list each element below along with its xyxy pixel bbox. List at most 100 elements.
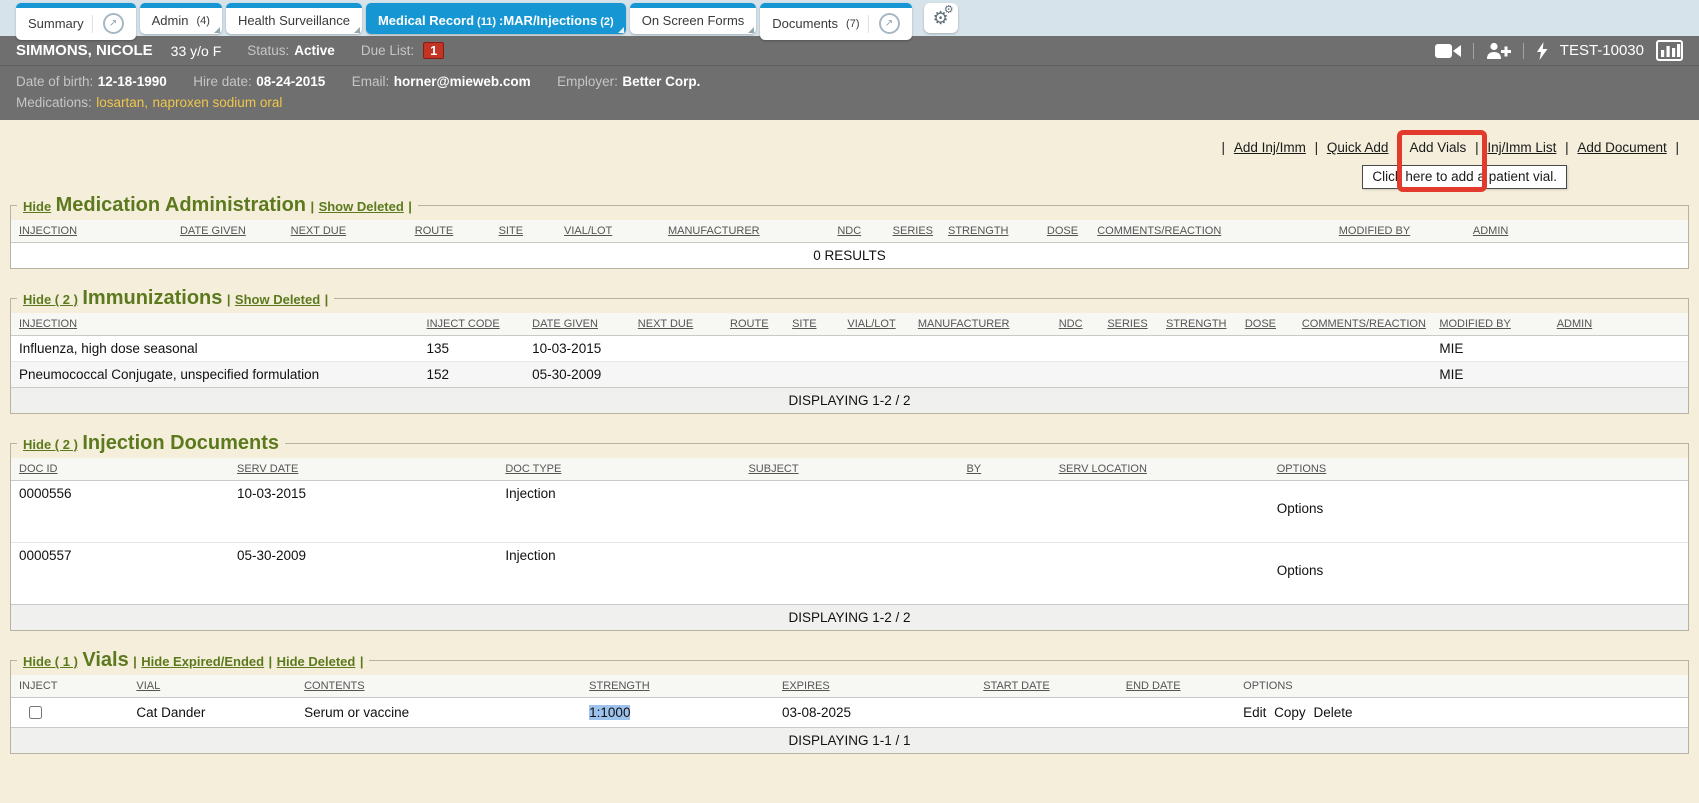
col-header-serv-location[interactable]: SERV LOCATION <box>1051 458 1269 481</box>
col-header-modified-by[interactable]: MODIFIED BY <box>1431 313 1548 336</box>
col-header-next-due[interactable]: NEXT DUE <box>630 313 722 336</box>
tab-fold-icon <box>618 27 624 33</box>
add-vials-link[interactable]: Add Vials <box>1410 140 1467 155</box>
col-header-series[interactable]: SERIES <box>885 220 940 243</box>
col-header-by[interactable]: BY <box>958 458 1050 481</box>
tab-medical-record-active[interactable]: Medical Record (11):MAR/Injections (2) <box>366 3 626 34</box>
hide-expired-ended-link[interactable]: Hide Expired/Ended <box>141 654 264 669</box>
tab-admin[interactable]: Admin (4) <box>140 3 222 34</box>
add-inj-imm-link[interactable]: Add Inj/Imm <box>1234 140 1306 155</box>
inj-imm-list-link[interactable]: Inj/Imm List <box>1487 140 1556 155</box>
hide-link[interactable]: Hide ( 2 ) <box>23 437 78 452</box>
col-header-ndc[interactable]: NDC <box>1051 313 1100 336</box>
col-header-manufacturer[interactable]: MANUFACTURER <box>910 313 1051 336</box>
show-deleted-link[interactable]: Show Deleted <box>235 292 320 307</box>
col-header-serv-date[interactable]: SERV DATE <box>229 458 497 481</box>
vial-row: Cat Dander Serum or vaccine 1:1000 03-08… <box>11 698 1688 728</box>
col-header-date-given[interactable]: DATE GIVEN <box>172 220 283 243</box>
cell-dose <box>1237 362 1294 388</box>
cell-options: Edit Copy Delete <box>1235 698 1688 728</box>
col-header-comments-reaction[interactable]: COMMENTS/REACTION <box>1294 313 1432 336</box>
col-header-subject[interactable]: SUBJECT <box>740 458 958 481</box>
col-header-admin[interactable]: ADMIN <box>1549 313 1688 336</box>
col-header-vial-lot[interactable]: VIAL/LOT <box>556 220 660 243</box>
col-header-inject-code[interactable]: INJECT CODE <box>419 313 525 336</box>
copy-link[interactable]: Copy <box>1274 705 1306 720</box>
section-immunizations: Hide ( 2 ) Immunizations | Show Deleted … <box>10 287 1689 414</box>
quick-add-link[interactable]: Quick Add <box>1327 140 1389 155</box>
tab-summary[interactable]: Summary ↗ <box>16 3 136 40</box>
col-header-comments-reaction[interactable]: COMMENTS/REACTION <box>1089 220 1331 243</box>
cell-options[interactable]: Options <box>1269 543 1688 605</box>
col-header-manufacturer[interactable]: MANUFACTURER <box>660 220 829 243</box>
displaying-count: DISPLAYING 1-2 / 2 <box>11 605 1688 631</box>
col-header-options[interactable]: OPTIONS <box>1269 458 1688 481</box>
separator: | <box>1675 140 1679 155</box>
col-header-end-date[interactable]: END DATE <box>1118 675 1235 698</box>
show-deleted-link[interactable]: Show Deleted <box>319 199 404 214</box>
cell-serv-location <box>1051 481 1269 543</box>
col-header-site[interactable]: SITE <box>491 220 556 243</box>
popout-icon[interactable]: ↗ <box>103 13 124 34</box>
col-header-date-given[interactable]: DATE GIVEN <box>524 313 630 336</box>
action-links-row: | Add Inj/Imm | Quick Add | Add Vials | … <box>0 140 1699 162</box>
inject-checkbox[interactable] <box>29 706 42 719</box>
col-header-contents[interactable]: CONTENTS <box>296 675 581 698</box>
col-header-route[interactable]: ROUTE <box>722 313 784 336</box>
col-header-doc-type[interactable]: DOC TYPE <box>497 458 740 481</box>
col-header-expires[interactable]: EXPIRES <box>774 675 975 698</box>
due-list-label: Due List: <box>361 43 414 58</box>
delete-link[interactable]: Delete <box>1313 705 1352 720</box>
bar-chart-icon[interactable] <box>1656 40 1683 61</box>
col-header-vial-lot[interactable]: VIAL/LOT <box>839 313 909 336</box>
cell-options[interactable]: Options <box>1269 481 1688 543</box>
tab-segment-divider <box>868 15 869 33</box>
video-camera-icon[interactable] <box>1435 43 1461 59</box>
medication-link-naproxen[interactable]: naproxen sodium oral <box>153 95 283 110</box>
col-header-series[interactable]: SERIES <box>1099 313 1158 336</box>
col-header-vial[interactable]: VIAL <box>128 675 296 698</box>
tab-on-screen-forms[interactable]: On Screen Forms <box>630 3 757 34</box>
col-header-modified-by[interactable]: MODIFIED BY <box>1331 220 1465 243</box>
medication-link-losartan[interactable]: losartan <box>96 95 144 110</box>
tab-segment-divider <box>92 15 93 33</box>
empty-results-text: 0 RESULTS <box>11 243 1688 269</box>
edit-link[interactable]: Edit <box>1243 705 1266 720</box>
col-header-dose[interactable]: DOSE <box>1039 220 1089 243</box>
col-header-site[interactable]: SITE <box>784 313 839 336</box>
medication-separator: , <box>144 95 148 110</box>
employer-label: Employer: <box>557 74 618 89</box>
col-header-strength[interactable]: STRENGTH <box>1158 313 1237 336</box>
col-header-start-date[interactable]: START DATE <box>975 675 1118 698</box>
tab-health-surveillance[interactable]: Health Surveillance <box>226 3 362 34</box>
col-header-route[interactable]: ROUTE <box>407 220 491 243</box>
header-row: INJECTION DATE GIVEN NEXT DUE ROUTE SITE… <box>11 220 1688 243</box>
col-header-ndc[interactable]: NDC <box>829 220 884 243</box>
col-header-injection[interactable]: INJECTION <box>11 313 419 336</box>
col-header-dose[interactable]: DOSE <box>1237 313 1294 336</box>
separator: | <box>1475 140 1479 155</box>
due-list-badge[interactable]: 1 <box>423 42 444 59</box>
cell-date-given: 05-30-2009 <box>524 362 630 388</box>
dob-label: Date of birth: <box>16 74 93 89</box>
col-header-options: OPTIONS <box>1235 675 1688 698</box>
add-person-icon[interactable] <box>1486 42 1511 59</box>
hide-deleted-link[interactable]: Hide Deleted <box>277 654 356 669</box>
popout-icon[interactable]: ↗ <box>879 13 900 34</box>
cell-vial-lot <box>839 362 909 388</box>
col-header-injection[interactable]: INJECTION <box>11 220 172 243</box>
col-header-admin[interactable]: ADMIN <box>1465 220 1688 243</box>
hide-link[interactable]: Hide <box>23 199 51 214</box>
cell-route <box>722 362 784 388</box>
hide-link[interactable]: Hide ( 1 ) <box>23 654 78 669</box>
add-document-link[interactable]: Add Document <box>1577 140 1666 155</box>
col-header-strength[interactable]: STRENGTH <box>581 675 774 698</box>
hide-link[interactable]: Hide ( 2 ) <box>23 292 78 307</box>
tab-documents[interactable]: Documents (7) ↗ <box>760 3 911 40</box>
settings-gear-button[interactable]: ⚙ ⚙ <box>924 3 958 33</box>
col-header-next-due[interactable]: NEXT DUE <box>283 220 407 243</box>
col-header-doc-id[interactable]: DOC ID <box>11 458 229 481</box>
col-header-strength[interactable]: STRENGTH <box>940 220 1039 243</box>
separator: | <box>1222 140 1226 155</box>
lightning-bolt-icon[interactable] <box>1536 42 1548 60</box>
